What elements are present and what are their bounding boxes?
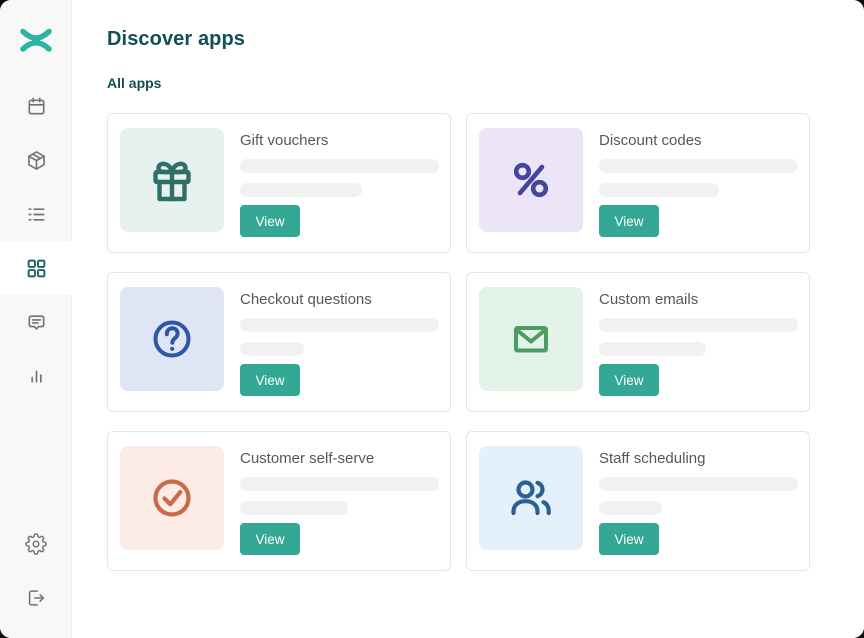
skeleton-bar	[599, 501, 662, 515]
app-card-grid: Gift vouchers View Discount codes	[107, 113, 864, 571]
logout-icon	[25, 587, 47, 609]
sidebar	[0, 0, 72, 638]
view-button-discount-codes[interactable]: View	[599, 205, 659, 237]
app-card-title: Gift vouchers	[240, 131, 328, 150]
skeleton-bar	[240, 318, 439, 332]
skeleton-bar	[240, 159, 439, 173]
skeleton-bar	[599, 159, 798, 173]
app-card-checkout-questions: Checkout questions View	[107, 272, 451, 412]
sidebar-spacer	[0, 403, 71, 517]
skeleton-bar	[240, 501, 348, 515]
app-card-custom-emails: Custom emails View	[466, 272, 810, 412]
app-card-title: Staff scheduling	[599, 449, 705, 468]
sidebar-item-logout[interactable]	[0, 571, 72, 625]
sidebar-item-list[interactable]	[0, 187, 72, 241]
brand-logo-icon	[18, 25, 54, 55]
app-card-title: Checkout questions	[240, 290, 372, 309]
skeleton-bar	[599, 342, 706, 356]
skeleton-bar	[599, 183, 719, 197]
brand-logo[interactable]	[0, 0, 71, 54]
view-button-staff-scheduling[interactable]: View	[599, 523, 659, 555]
sidebar-item-package[interactable]	[0, 133, 72, 187]
view-button-customer-self-serve[interactable]: View	[240, 523, 300, 555]
sidebar-item-settings[interactable]	[0, 517, 72, 571]
sidebar-item-reports[interactable]	[0, 349, 72, 403]
view-button-gift-vouchers[interactable]: View	[240, 205, 300, 237]
question-circle-icon	[120, 287, 224, 391]
app-card-customer-self-serve: Customer self-serve View	[107, 431, 451, 571]
check-circle-icon	[120, 446, 224, 550]
app-card-title: Customer self-serve	[240, 449, 374, 468]
gift-icon	[120, 128, 224, 232]
envelope-icon	[479, 287, 583, 391]
skeleton-bar	[599, 477, 798, 491]
list-icon	[25, 203, 48, 226]
skeleton-bar	[240, 183, 362, 197]
gear-icon	[25, 533, 47, 555]
sidebar-footer	[0, 517, 71, 638]
skeleton-bar	[240, 477, 439, 491]
app-card-title: Custom emails	[599, 290, 698, 309]
sidebar-nav	[0, 79, 71, 403]
percent-icon	[479, 128, 583, 232]
people-icon	[479, 446, 583, 550]
section-label-all-apps: All apps	[107, 75, 864, 91]
sidebar-item-apps[interactable]	[0, 241, 72, 295]
sidebar-item-calendar[interactable]	[0, 79, 72, 133]
app-window: Discover apps All apps Gift vouchers	[0, 0, 864, 638]
skeleton-bar	[240, 342, 304, 356]
sidebar-item-messages[interactable]	[0, 295, 72, 349]
skeleton-bar	[599, 318, 798, 332]
app-card-gift-vouchers: Gift vouchers View	[107, 113, 451, 253]
chat-icon	[25, 311, 48, 334]
view-button-custom-emails[interactable]: View	[599, 364, 659, 396]
package-icon	[25, 149, 48, 172]
view-button-checkout-questions[interactable]: View	[240, 364, 300, 396]
app-card-staff-scheduling: Staff scheduling View	[466, 431, 810, 571]
calendar-icon	[25, 95, 48, 118]
app-card-title: Discount codes	[599, 131, 702, 150]
app-card-discount-codes: Discount codes View	[466, 113, 810, 253]
main-content: Discover apps All apps Gift vouchers	[72, 0, 864, 638]
bar-chart-icon	[25, 365, 48, 388]
page-title: Discover apps	[107, 28, 864, 51]
apps-grid-icon	[25, 257, 48, 280]
